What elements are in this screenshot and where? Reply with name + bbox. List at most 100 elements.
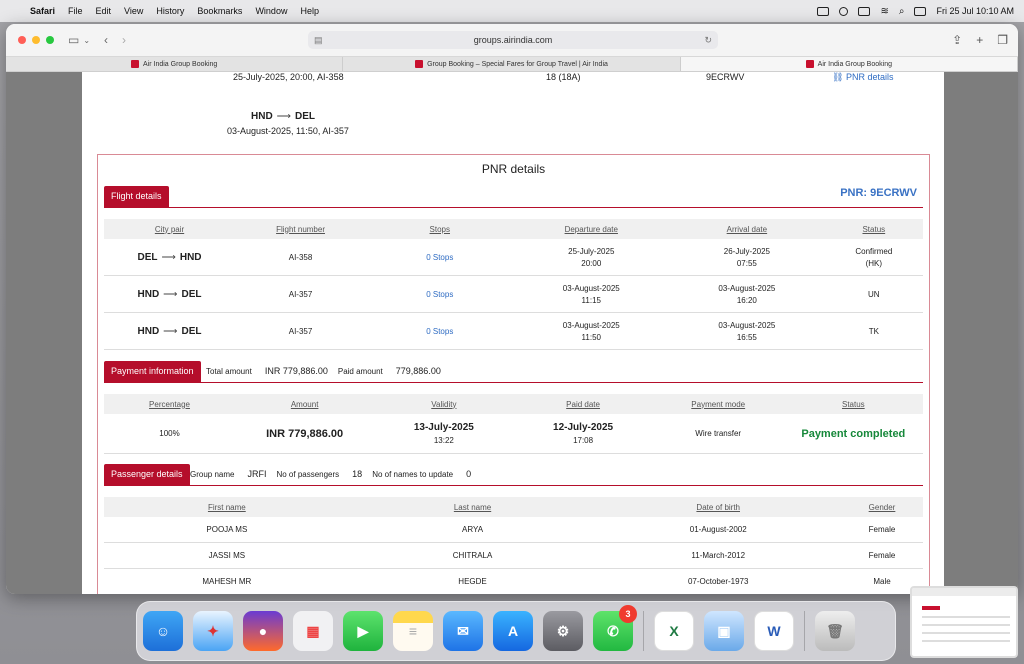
arrival: 03-August-2025 16:55 [669,321,825,342]
screen-mirror-icon[interactable] [817,6,830,16]
app-store-icon[interactable]: A [493,611,533,651]
new-tab-icon[interactable]: + [976,33,983,47]
minimize-window-icon[interactable] [32,36,40,44]
zoom-window-icon[interactable] [46,36,54,44]
total-amount-label: Total amount [206,366,252,376]
departure-date: 03-August-2025 [562,283,620,293]
menu-history[interactable]: History [156,6,184,16]
payment-information-tab[interactable]: Payment information [104,361,201,382]
col-flight-number: Flight number [276,224,325,234]
close-window-icon[interactable] [18,36,26,44]
stops-link[interactable]: 0 Stops [366,253,513,262]
col-payment-mode: Payment mode [691,399,746,409]
tab-3-active[interactable]: Air India Group Booking [680,57,1018,71]
menu-datetime[interactable]: Fri 25 Jul 10:10 AM [936,6,1014,16]
stops-link[interactable]: 0 Stops [366,327,513,336]
battery-icon[interactable] [858,6,871,16]
arrow-right-icon: ⟶ [276,111,292,122]
tab-1[interactable]: Air India Group Booking [6,57,344,71]
preview-icon[interactable]: ▣ [704,611,744,651]
dock-separator [643,611,644,651]
forward-icon[interactable]: › [122,33,126,47]
date-of-birth: 11-March-2012 [691,551,746,560]
status-code: (HK) [865,258,883,268]
mail-icon[interactable]: ✉ [443,611,483,651]
menu-window[interactable]: Window [255,6,287,16]
tab-title: Air India Group Booking [143,60,218,68]
departure-time: 20:00 [581,258,602,268]
firefox-icon[interactable]: ● [243,611,283,651]
date-of-birth: 01-August-2002 [689,525,747,534]
table-header: First name Last name Date of birth Gende… [104,497,923,517]
validity-time: 13:22 [433,436,454,445]
facetime-icon[interactable]: ▶ [343,611,383,651]
flight-details-tab[interactable]: Flight details [104,186,169,207]
web-page: 25-July-2025, 20:00, AI-358 18 (18A) 9EC… [6,72,1018,594]
flight-number: AI-358 [288,252,313,262]
divider [104,207,923,208]
menu-app-name[interactable]: Safari [30,6,55,16]
names-to-update-value: 0 [466,469,472,479]
status: UN [825,290,923,299]
share-icon[interactable]: ⇪ [952,33,962,47]
page-content: 25-July-2025, 20:00, AI-358 18 (18A) 9EC… [82,72,944,594]
safari-icon[interactable]: ✦ [193,611,233,651]
trash-icon[interactable]: 🗑 [815,611,855,651]
status-text: TK [868,326,879,336]
tab-2[interactable]: Group Booking – Special Fares for Group … [343,57,681,71]
paid-amount-label: Paid amount [337,366,383,376]
spotlight-search-icon[interactable]: ⌕ [899,6,905,17]
system-settings-icon[interactable]: ⚙ [543,611,583,651]
page-settings-icon[interactable]: ▤ [314,31,323,49]
departure-date: 25-July-2025 [568,246,615,256]
departure: 03-August-2025 11:15 [513,284,669,305]
prev-pax-count: 18 (18A) [546,72,581,82]
gender: Male [873,577,891,586]
wifi-icon[interactable]: ≋ [880,6,888,17]
arrival-date: 26-July-2025 [723,246,770,256]
tab-overview-icon[interactable]: ❐ [997,33,1008,47]
launchpad-icon[interactable]: ▦ [293,611,333,651]
arrow-right-icon: ⟶ [161,251,176,263]
menu-file[interactable]: File [68,6,83,16]
route-to: DEL [295,111,316,122]
route-to: HND [179,251,202,263]
status-text: Confirmed [855,246,893,256]
control-center-icon[interactable] [914,6,927,16]
passenger-details-tab[interactable]: Passenger details [104,464,190,485]
pnr-details-link[interactable]: ⛓ PNR details [832,72,893,83]
macos-dock: ☺ ✦ ● ▦ ▶ ≡ ✉ A ⚙ ✆ 3 X ▣ W 🗑 [136,601,896,661]
chevron-down-icon[interactable]: ⌄ [83,36,90,45]
first-name: POOJA MS [206,525,248,534]
menu-view[interactable]: View [124,6,143,16]
route-from: DEL [137,251,158,263]
col-departure-date: Departure date [564,224,618,234]
notes-icon[interactable]: ≡ [393,611,433,651]
last-name: CHITRALA [452,551,493,560]
minimized-window-thumbnail[interactable] [910,586,1018,658]
back-icon[interactable]: ‹ [104,33,108,47]
finder-icon[interactable]: ☺ [143,611,183,651]
prev-route: HND ⟶ DEL [251,111,315,122]
paid: 12-July-2025 17:08 [513,422,652,445]
route-from: HND [251,111,273,122]
whatsapp-icon[interactable]: ✆ 3 [593,605,637,651]
word-icon[interactable]: W [754,611,794,651]
menu-edit[interactable]: Edit [96,6,112,16]
excel-icon[interactable]: X [654,611,694,651]
first-name: JASSI MS [208,551,246,560]
address-bar[interactable]: ▤ groups.airindia.com ↻ [308,31,718,49]
table-row: JASSI MS CHITRALA 11-March-2012 Female [104,543,923,569]
payment-status: Payment completed [801,427,906,440]
flight-number: AI-357 [288,326,313,336]
sidebar-toggle-icon[interactable]: ▭ [68,33,79,47]
reload-icon[interactable]: ↻ [704,31,712,49]
route-to: DEL [181,288,202,300]
menu-help[interactable]: Help [300,6,319,16]
arrival-date: 03-August-2025 [718,283,776,293]
media-icon[interactable] [839,6,849,16]
stops-link[interactable]: 0 Stops [366,290,513,299]
city-pair: HND ⟶ DEL [104,326,235,337]
menu-bookmarks[interactable]: Bookmarks [197,6,242,16]
last-name: ARYA [462,525,484,534]
